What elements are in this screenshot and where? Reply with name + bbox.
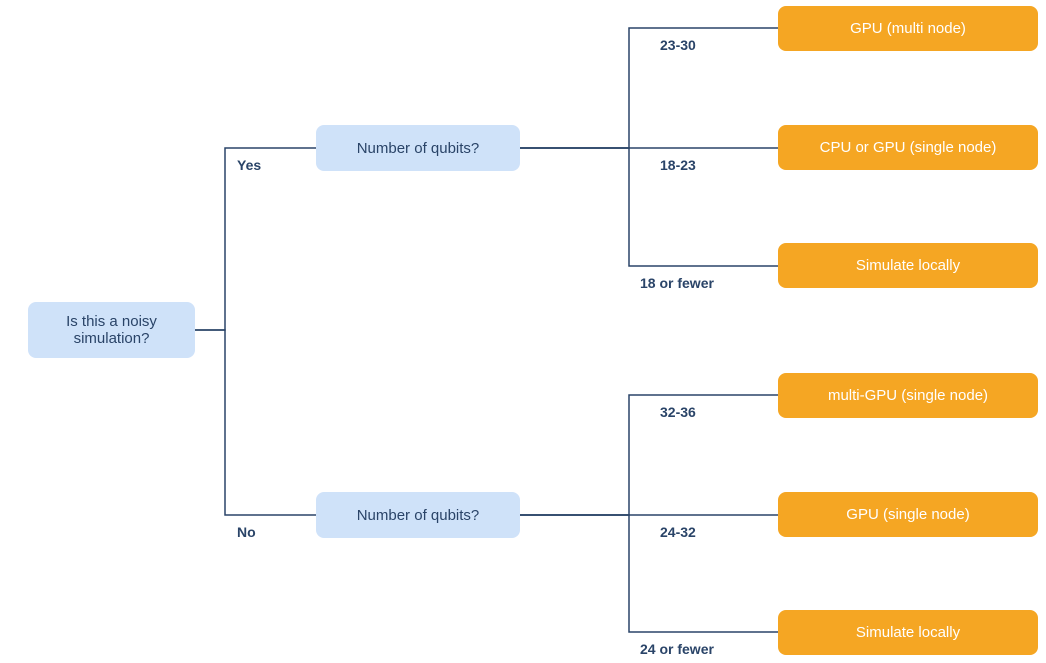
yes-opt3-range: 18 or fewer [640,275,714,291]
no-opt3-range: 24 or fewer [640,641,714,657]
yes-opt1-result: GPU (multi node) [778,6,1038,51]
no-opt2-result: GPU (single node) [778,492,1038,537]
no-opt1-range: 32-36 [660,404,696,420]
yes-opt2-result: CPU or GPU (single node) [778,125,1038,170]
yes-opt1-range: 23-30 [660,37,696,53]
no-opt3-result: Simulate locally [778,610,1038,655]
branch-no-label: No [237,524,256,540]
yes-opt3-result: Simulate locally [778,243,1038,288]
branch-yes-label: Yes [237,157,261,173]
no-question: Number of qubits? [316,492,520,538]
root-question: Is this a noisy simulation? [28,302,195,358]
no-opt1-result: multi-GPU (single node) [778,373,1038,418]
no-opt2-range: 24-32 [660,524,696,540]
yes-opt2-range: 18-23 [660,157,696,173]
yes-question: Number of qubits? [316,125,520,171]
